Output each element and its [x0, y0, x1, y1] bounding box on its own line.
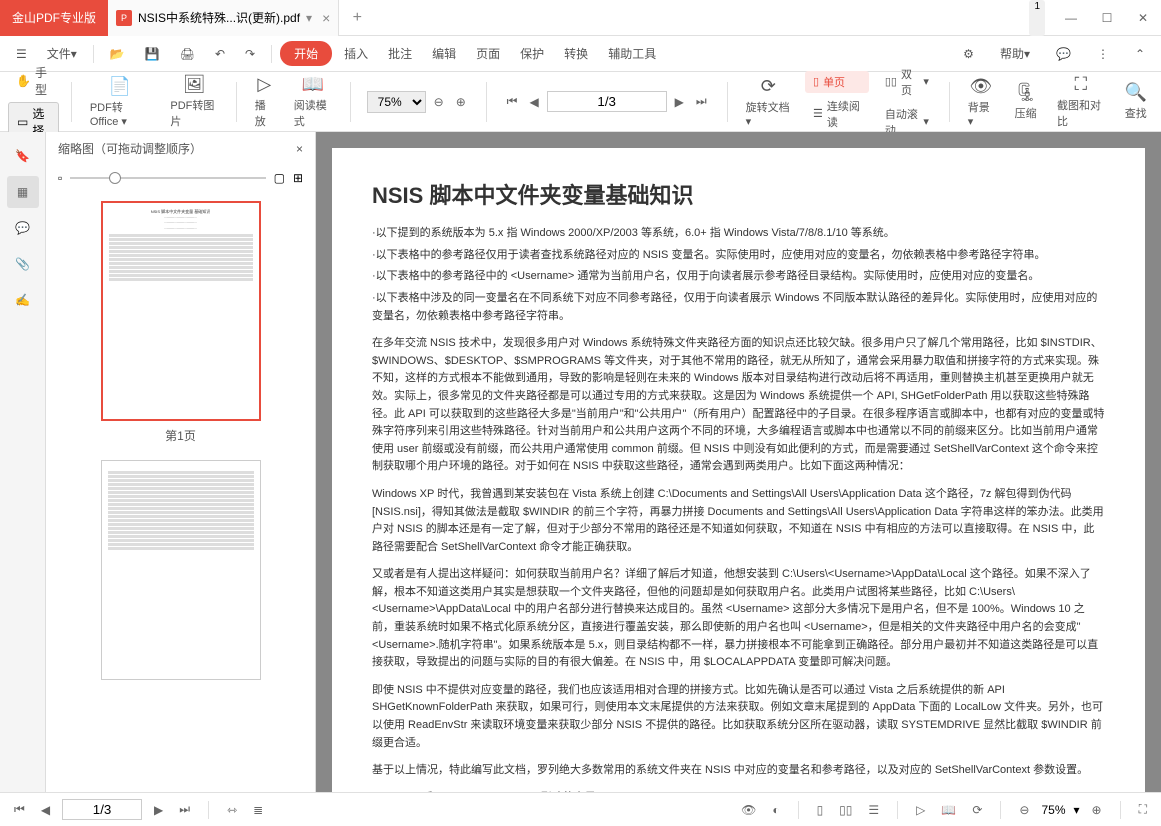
- start-tab[interactable]: 开始: [280, 41, 332, 66]
- sb-single-icon[interactable]: ▯: [813, 801, 828, 819]
- sb-first-icon[interactable]: ⏮: [10, 800, 29, 819]
- thumbnail-label: 第1页: [56, 427, 305, 444]
- close-panel-icon[interactable]: ×: [296, 142, 303, 156]
- compress-button[interactable]: 🗜 压缩: [1008, 82, 1043, 121]
- sb-zoom-out-icon[interactable]: ⊖: [1015, 801, 1033, 819]
- book-icon: 📖: [302, 74, 324, 95]
- comment-panel-button[interactable]: 💬: [7, 212, 39, 244]
- sb-page-input[interactable]: [62, 799, 142, 820]
- open-icon[interactable]: 📂: [102, 43, 133, 65]
- read-mode-button[interactable]: 📖 阅读模式: [288, 74, 338, 129]
- word-icon: 📄: [109, 76, 131, 97]
- insert-tab[interactable]: 插入: [336, 41, 376, 66]
- zoom-select[interactable]: 75%: [367, 91, 426, 113]
- protect-tab[interactable]: 保护: [512, 41, 552, 66]
- collapse-icon[interactable]: ⌃: [1127, 43, 1153, 65]
- page-tab[interactable]: 页面: [468, 41, 508, 66]
- thumbnail-item[interactable]: [56, 460, 305, 680]
- background-button[interactable]: 👁 背景 ▾: [962, 76, 1000, 128]
- tab-title: NSIS中系统特殊...识(更新).pdf: [138, 9, 300, 26]
- sb-zoom-in-icon[interactable]: ⊕: [1088, 801, 1106, 819]
- thumb-grid-icon[interactable]: ⊞: [293, 171, 303, 185]
- play-icon: ▷: [257, 74, 271, 95]
- pdf-icon: P: [116, 10, 132, 26]
- compress-icon: 🗜: [1014, 82, 1037, 103]
- play-button[interactable]: ▷ 播放: [249, 74, 280, 129]
- prev-page-icon[interactable]: ◀: [525, 93, 542, 111]
- sb-zoom-label: 75%: [1041, 803, 1065, 817]
- single-page-button[interactable]: ▯ 单页: [805, 71, 869, 93]
- continuous-button[interactable]: ☰ 连续阅读: [805, 95, 869, 133]
- pdf-page: NSIS 脚本中文件夹变量基础知识 ·以下提到的系统版本为 5.x 指 Wind…: [332, 148, 1145, 792]
- rotate-button[interactable]: ⟳ 旋转文档 ▾: [740, 76, 797, 128]
- add-tab-button[interactable]: +: [339, 0, 375, 36]
- thumbnail-size-slider[interactable]: [70, 177, 265, 179]
- pdf-to-image-button[interactable]: 🖼 PDF转图片: [164, 74, 224, 129]
- more-icon[interactable]: ⋮: [1089, 43, 1117, 65]
- edit-tab[interactable]: 编辑: [424, 41, 464, 66]
- bookmark-panel-button[interactable]: 🔖: [7, 140, 39, 172]
- help-menu[interactable]: 帮助 ▾: [992, 41, 1038, 66]
- feedback-icon[interactable]: 💬: [1048, 43, 1079, 65]
- undo-icon[interactable]: ↶: [207, 43, 233, 65]
- sb-play-icon[interactable]: ▷: [912, 801, 929, 819]
- pdf-to-office-button[interactable]: 📄 PDF转Office ▾: [84, 76, 157, 128]
- sb-fullscreen-icon[interactable]: ⛶: [1135, 800, 1151, 819]
- sb-continuous-icon[interactable]: ☰: [864, 801, 883, 819]
- print-icon[interactable]: 🖨: [172, 43, 203, 65]
- sb-eye-icon[interactable]: 👁: [737, 801, 760, 819]
- zoom-in-icon[interactable]: ⊕: [452, 93, 470, 111]
- window-badge: 1: [1029, 0, 1045, 36]
- close-icon[interactable]: ×: [322, 10, 330, 26]
- thumb-large-icon[interactable]: ▢: [274, 171, 285, 185]
- rotate-icon: ⟳: [761, 76, 776, 97]
- search-icon: 🔍: [1125, 82, 1147, 103]
- document-viewport[interactable]: NSIS 脚本中文件夹变量基础知识 ·以下提到的系统版本为 5.x 指 Wind…: [316, 132, 1161, 792]
- zoom-out-icon[interactable]: ⊖: [430, 93, 448, 111]
- settings-icon[interactable]: ⚙: [955, 43, 982, 65]
- maximize-button[interactable]: ☐: [1089, 0, 1125, 36]
- convert-tab[interactable]: 转换: [556, 41, 596, 66]
- first-page-icon[interactable]: ⏮: [503, 92, 522, 111]
- close-window-button[interactable]: ✕: [1125, 0, 1161, 36]
- image-icon: 🖼: [183, 74, 206, 95]
- sb-rotate-icon[interactable]: ⟳: [968, 801, 986, 819]
- minimize-button[interactable]: —: [1053, 0, 1089, 36]
- next-page-icon[interactable]: ▶: [671, 93, 688, 111]
- attachment-panel-button[interactable]: 📎: [7, 248, 39, 280]
- sb-fit-width-icon[interactable]: ⇿: [223, 801, 241, 819]
- signature-panel-button[interactable]: ✍: [7, 284, 39, 316]
- thumbnail-panel-button[interactable]: ▦: [7, 176, 39, 208]
- tools-tab[interactable]: 辅助工具: [600, 41, 664, 66]
- sb-next-icon[interactable]: ▶: [150, 801, 167, 819]
- thumb-small-icon[interactable]: ▫: [58, 171, 62, 185]
- page-title: NSIS 脚本中文件夹变量基础知识: [372, 178, 1105, 213]
- crop-icon: ⛶: [1075, 74, 1088, 95]
- sb-menu-icon[interactable]: ≣: [249, 801, 267, 819]
- sb-last-icon[interactable]: ⏭: [175, 800, 194, 819]
- save-icon[interactable]: 💾: [137, 43, 168, 65]
- annotate-tab[interactable]: 批注: [380, 41, 420, 66]
- double-page-button[interactable]: ▯▯ 双页 ▾: [877, 63, 937, 101]
- last-page-icon[interactable]: ⏭: [692, 92, 711, 111]
- eye-icon: 👁: [970, 76, 993, 97]
- hand-tool-button[interactable]: ✋ 手型: [8, 62, 59, 100]
- sb-book-icon[interactable]: 📖: [937, 801, 960, 819]
- redo-icon[interactable]: ↷: [237, 43, 263, 65]
- app-logo: 金山PDF专业版: [0, 0, 108, 36]
- sb-prev-icon[interactable]: ◀: [37, 801, 54, 819]
- thumbnail-item[interactable]: NSIS 脚本中文件夹变量 基础知识......................…: [56, 201, 305, 444]
- document-tab[interactable]: P NSIS中系统特殊...识(更新).pdf ▾ ×: [108, 0, 339, 36]
- tab-dropdown-icon[interactable]: ▾: [306, 11, 312, 25]
- find-button[interactable]: 🔍 查找: [1119, 82, 1153, 121]
- screenshot-button[interactable]: ⛶ 截图和对比: [1051, 74, 1111, 129]
- sb-night-icon[interactable]: ◐: [768, 801, 783, 819]
- thumbnail-title: 缩略图（可拖动调整顺序）: [58, 140, 202, 157]
- sb-double-icon[interactable]: ▯▯: [835, 801, 856, 819]
- page-input[interactable]: [547, 91, 667, 112]
